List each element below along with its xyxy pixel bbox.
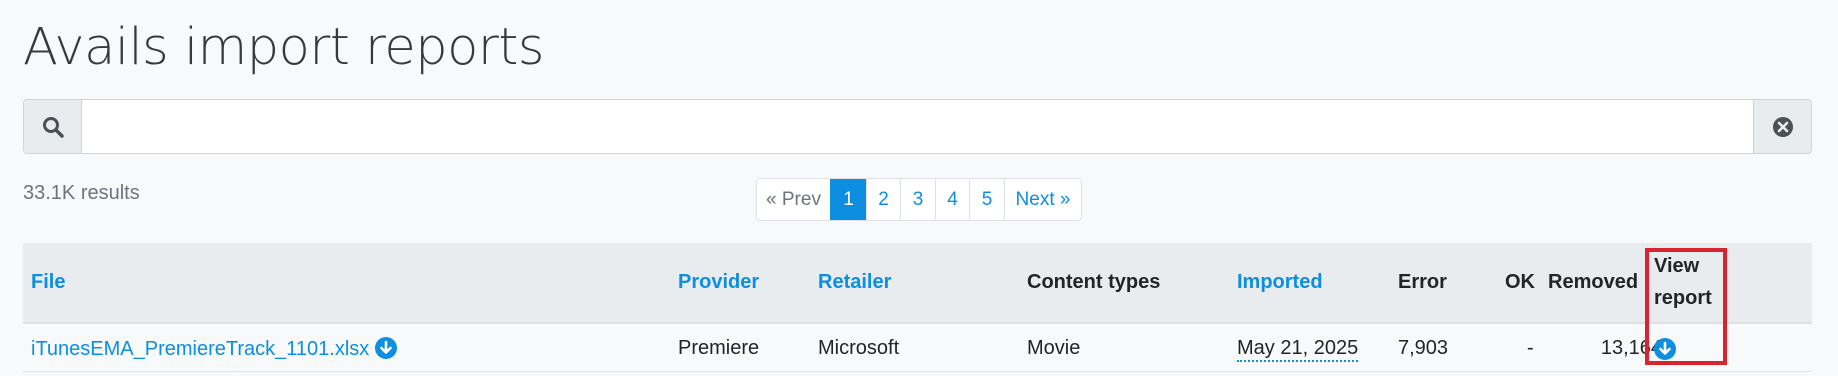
provider-cell: Premiere bbox=[678, 337, 760, 359]
search-bar bbox=[23, 99, 1812, 154]
column-file[interactable]: File bbox=[31, 271, 65, 294]
table-header: File Provider Retailer Content types Imp… bbox=[23, 243, 1812, 324]
column-provider[interactable]: Provider bbox=[678, 271, 759, 294]
clear-search-icon[interactable] bbox=[1753, 100, 1811, 153]
download-file-icon[interactable] bbox=[374, 337, 397, 359]
column-retailer[interactable]: Retailer bbox=[818, 271, 891, 294]
page-3-button[interactable]: 3 bbox=[900, 179, 935, 220]
file-link[interactable]: iTunesEMA_PremiereTrack_1101.xlsx bbox=[31, 338, 369, 360]
content-types-cell: Movie bbox=[1027, 337, 1081, 359]
view-report-highlight-box bbox=[1645, 248, 1727, 365]
column-content-types: Content types bbox=[1027, 271, 1161, 293]
pagination: « Prev 1 2 3 4 5 Next » bbox=[756, 178, 1082, 221]
column-ok: OK bbox=[1505, 271, 1535, 293]
results-count: 33.1K results bbox=[23, 182, 140, 204]
error-cell: 7,903 bbox=[1398, 337, 1449, 359]
page-4-button[interactable]: 4 bbox=[935, 179, 969, 220]
search-icon[interactable] bbox=[24, 100, 82, 153]
page-2-button[interactable]: 2 bbox=[866, 179, 900, 220]
page-title: Avails import reports bbox=[23, 18, 544, 77]
retailer-cell: Microsoft bbox=[818, 337, 900, 359]
prev-page-button[interactable]: « Prev bbox=[757, 179, 830, 220]
search-input[interactable] bbox=[82, 100, 1753, 153]
file-cell: iTunesEMA_PremiereTrack_1101.xlsx bbox=[31, 337, 397, 361]
page-1-button[interactable]: 1 bbox=[830, 179, 866, 220]
next-page-button[interactable]: Next » bbox=[1004, 179, 1081, 220]
column-removed: Removed bbox=[1548, 271, 1639, 293]
column-error: Error bbox=[1398, 271, 1447, 293]
column-imported[interactable]: Imported bbox=[1237, 271, 1323, 294]
table-row: iTunesEMA_PremiereTrack_1101.xlsx Premie… bbox=[23, 324, 1812, 372]
ok-cell: - bbox=[1527, 337, 1534, 359]
page-5-button[interactable]: 5 bbox=[969, 179, 1004, 220]
imported-cell: May 21, 2025 bbox=[1237, 337, 1359, 362]
imported-date[interactable]: May 21, 2025 bbox=[1237, 337, 1359, 362]
